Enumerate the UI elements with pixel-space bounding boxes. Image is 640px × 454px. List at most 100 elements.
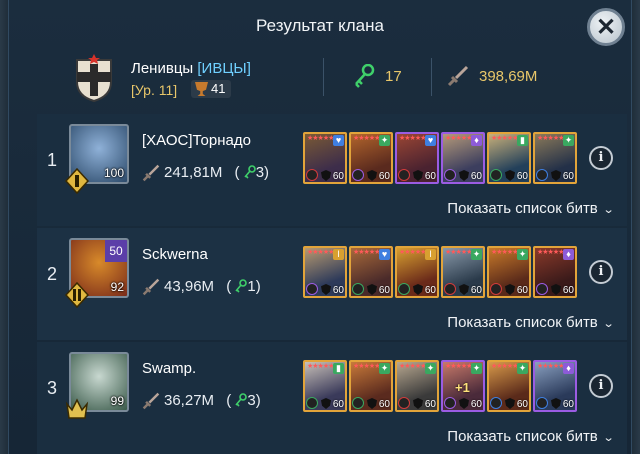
champion-role-badge: ✦ xyxy=(379,135,390,146)
champion-role-badge: ✦ xyxy=(517,363,528,374)
champion-card[interactable]: ★★★★★★ ✦ 60 xyxy=(441,246,485,298)
sword-icon xyxy=(142,278,160,296)
affinity-icon xyxy=(306,283,318,295)
member-damage: 36,27М xyxy=(164,392,215,409)
champion-card[interactable]: ★★★★★★ ♦ 60 xyxy=(441,132,485,184)
affinity-icon xyxy=(306,397,318,409)
affinity-icon xyxy=(398,169,410,181)
champion-level: 60 xyxy=(332,171,344,182)
faction-icon xyxy=(505,170,515,181)
clan-header: Ленивцы [ИВЦЫ] [Ур. 11] 41 17 398,69М xyxy=(37,48,627,106)
champion-level: 60 xyxy=(470,399,482,410)
affinity-icon xyxy=(306,169,318,181)
champion-level: 60 xyxy=(562,399,574,410)
champion-card[interactable]: ★★★★★★ ♦ 60 xyxy=(533,360,577,412)
champion-card[interactable]: ★★★★★★ ✦ 60 xyxy=(349,132,393,184)
faction-icon xyxy=(367,398,377,409)
member-list: 1 100 [ХАОС]Торнадо 241,81М ( 3) ★★★★★★ … xyxy=(37,114,627,454)
champion-role-badge: ✦ xyxy=(471,363,482,374)
clan-name: Ленивцы [ИВЦЫ] xyxy=(131,60,251,77)
champion-level: 60 xyxy=(378,399,390,410)
champion-level: 60 xyxy=(470,171,482,182)
chevron-down-icon: ⌄ xyxy=(602,432,615,444)
champion-card[interactable]: ★★★★★★ ♥ 60 xyxy=(349,246,393,298)
champion-card[interactable]: ★★★★★★ ♥ 60 xyxy=(395,132,439,184)
champion-level: 60 xyxy=(516,171,528,182)
member-row: 2 50 92 Sckwerna 43,96М ( 1) ★★★★★★ I 60… xyxy=(37,228,627,340)
info-button[interactable]: i xyxy=(589,260,613,284)
champion-card[interactable]: ★★★★★★ I 60 xyxy=(395,246,439,298)
affinity-icon xyxy=(352,397,364,409)
member-level: 100 xyxy=(103,166,124,180)
affinity-icon xyxy=(536,397,548,409)
champion-role-badge: ♥ xyxy=(333,135,344,146)
champion-card[interactable]: ★★★★★★ ▮ 60 xyxy=(487,132,531,184)
show-battles-label: Показать список битв xyxy=(447,200,598,217)
faction-icon xyxy=(551,398,561,409)
champion-role-badge: ✦ xyxy=(425,363,436,374)
faction-icon xyxy=(413,284,423,295)
window-title: Результат клана xyxy=(256,16,384,35)
champion-role-badge: ♥ xyxy=(425,135,436,146)
champion-role-badge: ♦ xyxy=(563,363,574,374)
champion-card[interactable]: ★★★★★★ ♦ 60 xyxy=(533,246,577,298)
clan-trophy-count: 41 xyxy=(191,80,232,98)
champion-card[interactable]: ★★★★★★ ♥ 60 xyxy=(303,132,347,184)
league-badge-icon xyxy=(65,282,89,308)
champion-role-badge: ▮ xyxy=(517,135,528,146)
faction-icon xyxy=(505,398,515,409)
key-icon xyxy=(244,165,256,179)
info-button[interactable]: i xyxy=(589,374,613,398)
champion-card[interactable]: ★★★★★★ ✦ 60 xyxy=(533,132,577,184)
champion-role-badge: ✦ xyxy=(471,249,482,260)
champion-level: 60 xyxy=(562,285,574,296)
league-badge-icon xyxy=(65,398,89,419)
clan-keys-value: 17 xyxy=(385,68,402,85)
header-divider xyxy=(323,58,324,96)
close-button[interactable]: ✕ xyxy=(587,8,625,46)
faction-icon xyxy=(505,284,515,295)
member-level: 92 xyxy=(110,280,124,294)
header-divider xyxy=(431,58,432,96)
member-damage: 241,81М xyxy=(164,164,223,181)
member-rank-badge: 50 xyxy=(105,240,127,262)
affinity-icon xyxy=(444,169,456,181)
champion-level: 60 xyxy=(332,399,344,410)
faction-icon xyxy=(321,398,331,409)
champion-boost: +1 xyxy=(455,380,470,395)
member-name: Sckwerna xyxy=(142,246,208,263)
member-stats: 43,96М ( 1) xyxy=(142,278,261,296)
champion-level: 60 xyxy=(516,399,528,410)
faction-icon xyxy=(459,170,469,181)
champion-level: 60 xyxy=(424,171,436,182)
champion-card[interactable]: ★★★★★★ ▮ 60 xyxy=(303,360,347,412)
clan-trophy-value: 41 xyxy=(211,81,226,96)
champion-card[interactable]: ★★★★★★ ✦ +1 60 xyxy=(441,360,485,412)
affinity-icon xyxy=(444,283,456,295)
affinity-icon xyxy=(490,397,502,409)
show-battles-button[interactable]: Показать список битв ⌄ xyxy=(447,200,614,217)
champion-card[interactable]: ★★★★★★ I 60 xyxy=(303,246,347,298)
champion-role-badge: ✦ xyxy=(563,135,574,146)
info-button[interactable]: i xyxy=(589,146,613,170)
faction-icon xyxy=(413,398,423,409)
member-rank: 3 xyxy=(47,378,58,398)
faction-icon xyxy=(551,284,561,295)
member-row: 1 100 [ХАОС]Торнадо 241,81М ( 3) ★★★★★★ … xyxy=(37,114,627,226)
show-battles-button[interactable]: Показать список битв ⌄ xyxy=(447,428,615,445)
affinity-icon xyxy=(398,397,410,409)
show-battles-button[interactable]: Показать список битв ⌄ xyxy=(447,314,614,331)
champion-level: 60 xyxy=(424,399,436,410)
champion-card[interactable]: ★★★★★★ ✦ 60 xyxy=(487,360,531,412)
champion-role-badge: I xyxy=(333,249,344,260)
member-keys: ( 1) xyxy=(226,278,261,295)
champion-card[interactable]: ★★★★★★ ✦ 60 xyxy=(395,360,439,412)
champion-role-badge: ✦ xyxy=(379,363,390,374)
champion-card[interactable]: ★★★★★★ ✦ 60 xyxy=(349,360,393,412)
clan-level: [Ур. 11] xyxy=(131,82,178,98)
champion-card[interactable]: ★★★★★★ ✦ 60 xyxy=(487,246,531,298)
trophy-icon xyxy=(195,82,208,96)
member-stats: 241,81М ( 3) xyxy=(142,164,269,182)
affinity-icon xyxy=(352,283,364,295)
key-icon xyxy=(235,393,248,407)
